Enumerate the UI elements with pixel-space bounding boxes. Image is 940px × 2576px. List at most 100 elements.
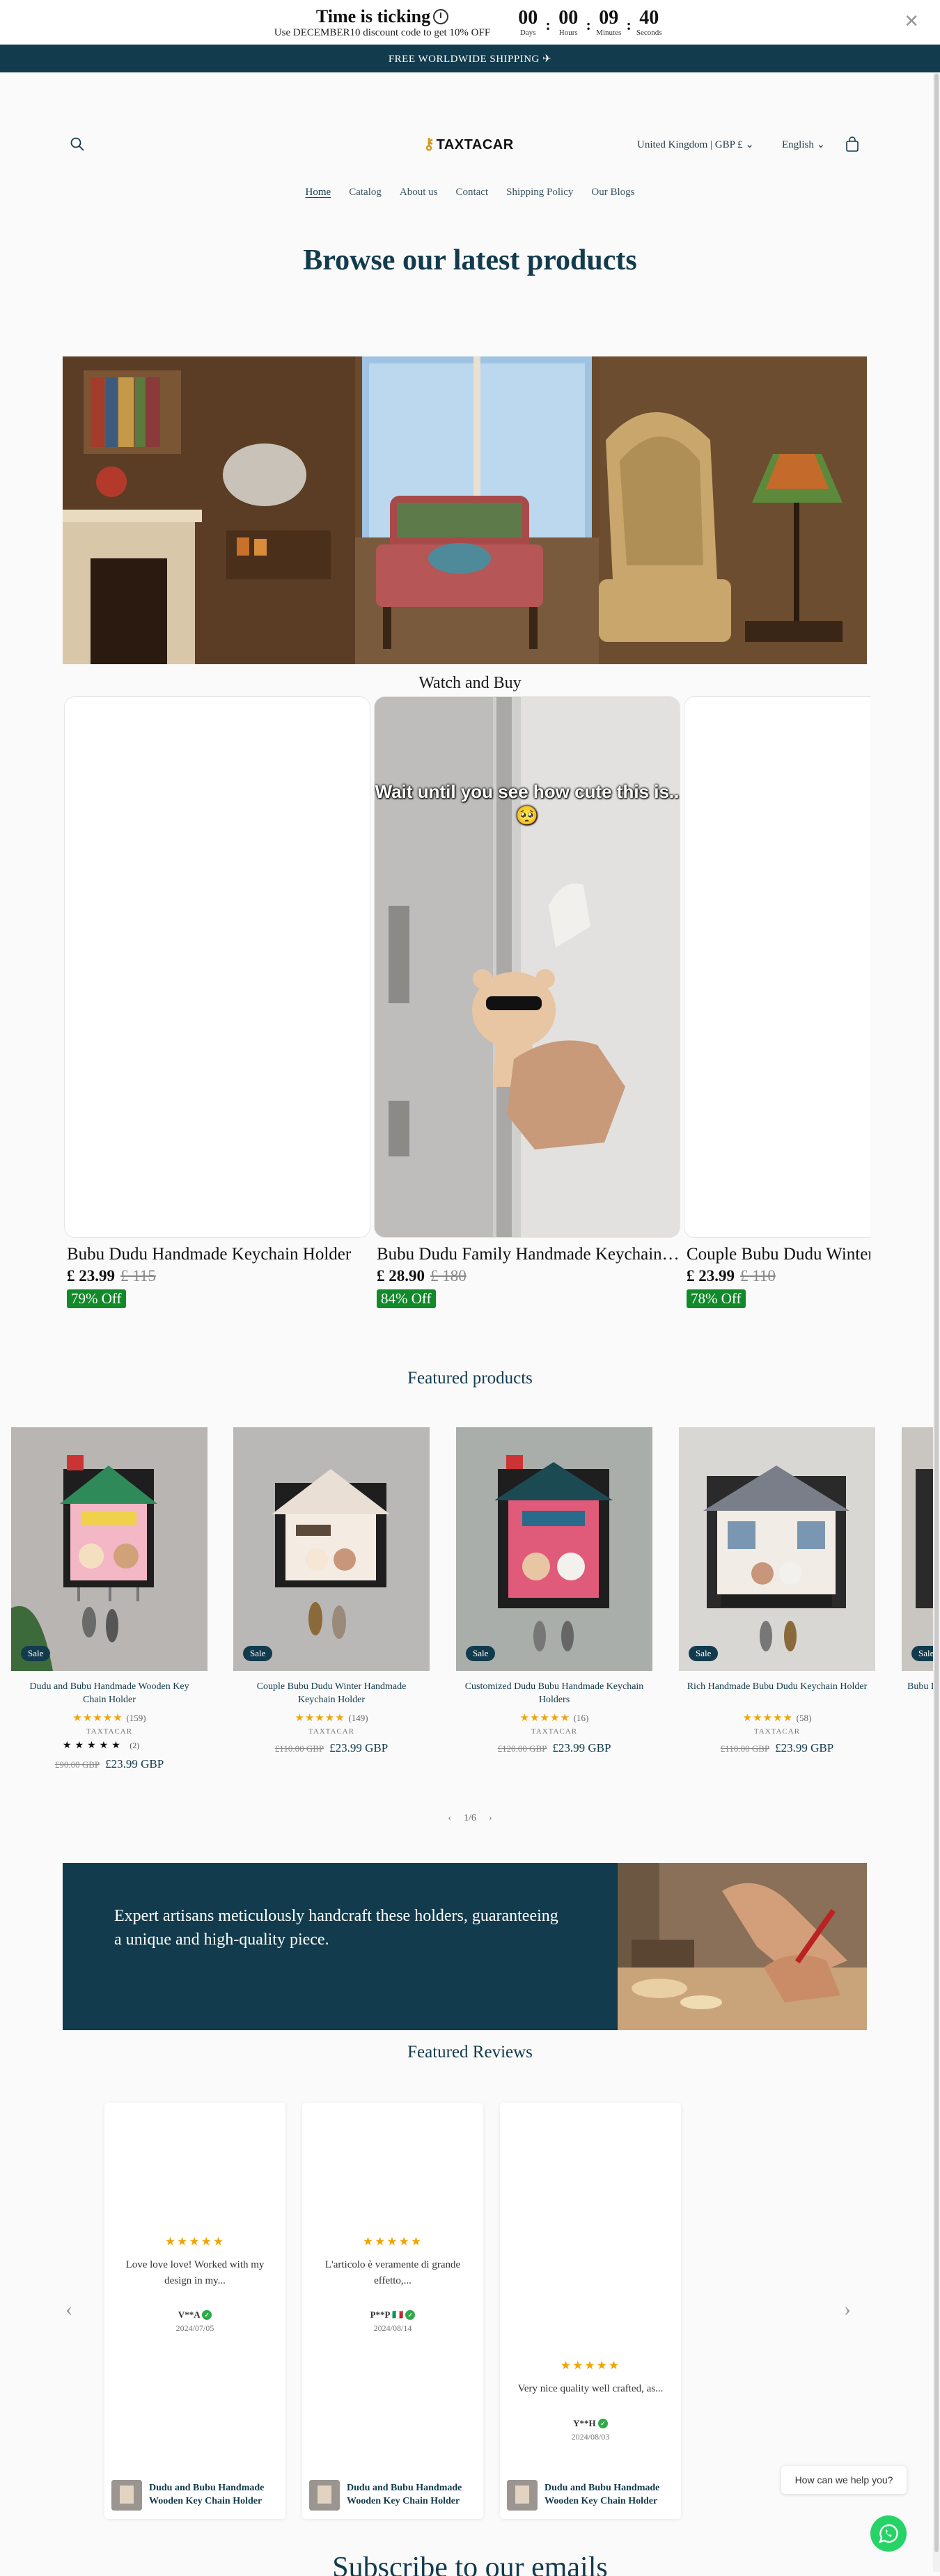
product-image[interactable]: Sale <box>11 1427 207 1671</box>
video-product-price: £ 23.99 £ 110 <box>687 1267 776 1285</box>
review-date: 2024/08/03 <box>571 2431 610 2442</box>
product-title[interactable]: Couple Bubu Dudu Winter Handmade Keychai… <box>233 1681 430 1707</box>
nav-catalog[interactable]: Catalog <box>349 187 382 198</box>
carousel-pager: ‹ 1/6 › <box>448 1813 492 1824</box>
review-text: Love love love! Worked with my design in… <box>125 2259 265 2286</box>
video-product-title[interactable]: Bubu Dudu Handmade Keychain Holder <box>64 1245 370 1264</box>
review-card[interactable]: ★★★★★ Very nice quality well crafted, as… <box>500 2103 681 2519</box>
key-icon: ⚷ <box>423 135 435 152</box>
review-product-title[interactable]: Dudu and Bubu Handmade Wooden Key Chain … <box>149 2482 279 2508</box>
nav-about[interactable]: About us <box>400 187 438 198</box>
announcement-bar: FREE WORLDWIDE SHIPPING ✈ <box>0 45 940 72</box>
review-text: L'articolo è veramente di grande effetto… <box>324 2259 461 2286</box>
review-card[interactable]: ★★★★★ L'articolo è veramente di grande e… <box>302 2103 483 2519</box>
close-icon[interactable]: ✕ <box>904 11 919 32</box>
countdown-title: Time is ticking <box>315 6 431 26</box>
review-stars: ★★★★★ <box>164 2235 226 2248</box>
verified-icon: ✓ <box>405 2310 416 2320</box>
product-title[interactable]: Customized Dudu Bubu Handmade Keychain H… <box>456 1681 652 1707</box>
discount-badge: 78% Off <box>687 1289 746 1308</box>
video-product-title[interactable]: Bubu Dudu Family Handmade Keychain Holde… <box>374 1245 680 1264</box>
review-product[interactable]: Dudu and Bubu Handmade Wooden Key Chain … <box>507 2480 674 2511</box>
review-product[interactable]: Dudu and Bubu Handmade Wooden Key Chain … <box>309 2480 476 2511</box>
product-card[interactable]: Sale Couple Bubu Dudu Winter Handmade Ke… <box>233 1427 430 1755</box>
hero-image <box>63 356 867 664</box>
sale-badge: Sale <box>466 1646 496 1661</box>
clock-icon <box>433 8 449 24</box>
video-product-price: £ 28.90 £ 180 <box>377 1267 467 1285</box>
video-card[interactable]: Wait until you see how cute this is.. 🥺 … <box>374 696 680 1308</box>
cart-icon[interactable] <box>844 136 861 153</box>
product-card[interactable]: Sale Rich Handmade Bubu Dudu Keychain Ho… <box>679 1427 875 1755</box>
product-title[interactable]: Dudu and Bubu Handmade Wooden Key Chain … <box>11 1681 207 1707</box>
chat-prompt[interactable]: How can we help you? <box>781 2466 907 2494</box>
countdown-hours: 00 Hours <box>558 6 579 38</box>
video-player[interactable]: Wait until you see how cute this is.. 🥺 <box>374 696 680 1238</box>
product-title[interactable]: Rich Handmade Bubu Dudu Keychain Holder <box>679 1681 875 1707</box>
featured-reviews-title: Featured Reviews <box>407 2043 533 2061</box>
product-image[interactable]: Sale <box>233 1427 430 1671</box>
site-logo[interactable]: ⚷ TAXTACAR <box>423 135 514 153</box>
product-image[interactable]: Sale <box>679 1427 875 1671</box>
sale-badge: Sale <box>689 1646 719 1661</box>
verified-icon: ✓ <box>202 2310 212 2320</box>
review-author: P**P 🇮🇹 ✓ <box>302 2309 483 2320</box>
review-product-title[interactable]: Dudu and Bubu Handmade Wooden Key Chain … <box>545 2482 674 2508</box>
countdown-subtitle: Use DECEMBER10 discount code to get 10% … <box>274 26 491 38</box>
video-card[interactable]: Bubu Dudu Handmade Keychain Holder £ 23.… <box>64 696 370 1308</box>
review-author: Y**H ✓ <box>500 2418 681 2429</box>
product-thumbnail <box>309 2480 340 2511</box>
product-card[interactable]: Sale Customized Dudu Bubu Handmade Keych… <box>456 1427 652 1755</box>
countdown-bar: Time is ticking Use DECEMBER10 discount … <box>0 0 940 45</box>
product-thumbnail <box>111 2480 142 2511</box>
review-product-title[interactable]: Dudu and Bubu Handmade Wooden Key Chain … <box>347 2482 476 2508</box>
review-stars: ★★★★★ <box>362 2235 423 2248</box>
product-card[interactable]: Sale Dudu and Bubu Handmade Wooden Key C… <box>11 1427 207 1771</box>
video-player[interactable] <box>64 696 370 1238</box>
scrollbar-thumb[interactable] <box>934 74 939 2552</box>
product-vendor: TAXTACAR <box>308 1727 355 1736</box>
whatsapp-icon <box>879 2524 898 2543</box>
video-player[interactable] <box>684 696 870 1238</box>
product-rating: ★★★★★ (58) <box>742 1713 812 1724</box>
product-rating: ★★★★★ (16) <box>519 1713 589 1724</box>
nav-contact[interactable]: Contact <box>455 187 488 198</box>
video-product-title[interactable]: Couple Bubu Dudu Winter Handmade Keychai… <box>684 1245 870 1264</box>
chevron-left-icon[interactable]: ‹ <box>448 1813 451 1824</box>
product-rating: ★★★★★ (159) <box>72 1713 146 1724</box>
product-price: £90.00 GBP £23.99 GBP <box>54 1757 164 1770</box>
country-selector[interactable]: United Kingdom | GBP £ ⌄ <box>637 138 754 151</box>
chevron-left-icon[interactable]: ‹ <box>65 2298 72 2321</box>
sale-badge: Sale <box>21 1646 51 1661</box>
nav-blogs[interactable]: Our Blogs <box>591 187 634 198</box>
watch-and-buy-title: Watch and Buy <box>418 674 522 692</box>
chevron-right-icon[interactable]: › <box>489 1813 492 1824</box>
review-author: V**A ✓ <box>104 2309 285 2320</box>
review-card[interactable]: ★★★★★ Love love love! Worked with my des… <box>104 2103 285 2519</box>
review-product[interactable]: Dudu and Bubu Handmade Wooden Key Chain … <box>111 2480 279 2511</box>
subscribe-title: Subscribe to our emails <box>332 2552 608 2576</box>
chevron-right-icon[interactable]: › <box>844 2298 851 2321</box>
product-vendor: TAXTACAR <box>753 1727 801 1736</box>
product-thumbnail <box>507 2480 538 2511</box>
nav-shipping-policy[interactable]: Shipping Policy <box>506 187 573 198</box>
video-card[interactable]: Couple Bubu Dudu Winter Handmade Keychai… <box>684 696 870 1308</box>
product-rating-secondary: ★★★★★ (2) <box>63 1741 140 1751</box>
featured-products-title: Featured products <box>407 1369 533 1388</box>
product-rating: ★★★★★ (149) <box>295 1713 368 1724</box>
chevron-down-icon: ⌄ <box>745 139 754 150</box>
language-selector[interactable]: English ⌄ <box>782 138 825 151</box>
whatsapp-button[interactable] <box>870 2515 907 2552</box>
site-header: ⚷ TAXTACAR United Kingdom | GBP £ ⌄ Engli… <box>0 72 940 170</box>
nav-home[interactable]: Home <box>306 187 331 198</box>
product-price: £120.00 GBP £23.99 GBP <box>497 1741 611 1754</box>
countdown-seconds: 40 Seconds <box>636 6 662 38</box>
review-date: 2024/07/05 <box>175 2323 214 2333</box>
main-nav: Home Catalog About us Contact Shipping P… <box>0 170 940 214</box>
product-vendor: TAXTACAR <box>531 1727 578 1736</box>
video-caption: Wait until you see how cute this is.. 🥺 <box>375 781 680 826</box>
product-image[interactable]: Sale <box>456 1427 652 1671</box>
countdown-days: 00 Days <box>518 6 538 38</box>
search-icon[interactable] <box>70 136 85 152</box>
sale-badge: Sale <box>243 1646 273 1661</box>
